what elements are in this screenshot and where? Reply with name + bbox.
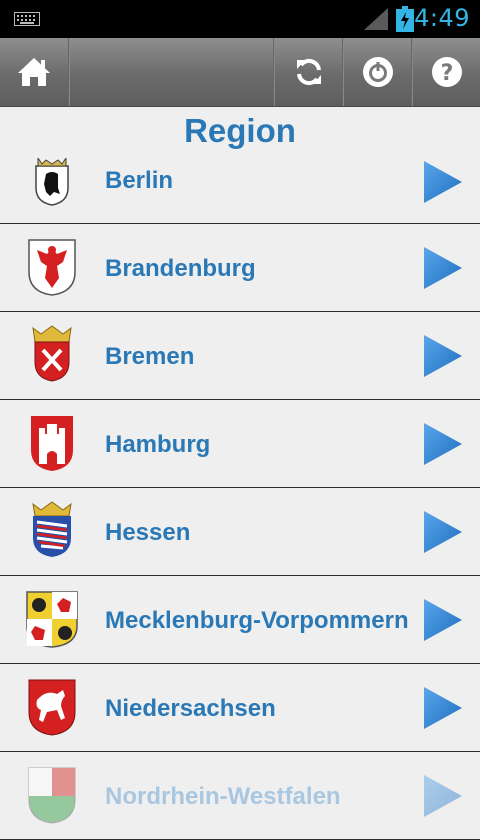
keyboard-icon [14, 12, 40, 26]
region-row-niedersachsen[interactable]: Niedersachsen [0, 664, 480, 752]
region-label: Nordrhein-Westfalen [105, 783, 341, 810]
svg-text:?: ? [440, 61, 453, 86]
status-bar: 4:49 [0, 0, 480, 38]
power-icon [362, 57, 393, 87]
home-icon [18, 58, 50, 86]
region-label: Bremen [105, 343, 195, 370]
region-row-bremen[interactable]: Bremen [0, 312, 480, 400]
region-row-hessen[interactable]: Hessen [0, 488, 480, 576]
region-label: Hessen [105, 519, 191, 546]
status-clock: 4:49 [414, 4, 470, 32]
mecklenburg-crest-icon [26, 591, 78, 648]
brandenburg-crest-icon [28, 239, 76, 296]
hamburg-crest-icon [31, 416, 73, 471]
region-row-berlin[interactable]: Berlin [0, 136, 480, 224]
play-arrow-icon [424, 511, 462, 553]
signal-icon [364, 8, 388, 30]
play-arrow-icon [424, 599, 462, 641]
help-button[interactable]: ? [413, 38, 480, 106]
play-arrow-icon [424, 335, 462, 377]
action-bar: ? [0, 38, 480, 107]
region-label: Berlin [105, 167, 174, 194]
region-row-mecklenburg-vorpommern[interactable]: Mecklenburg-Vorpommern [0, 576, 480, 664]
niedersachsen-crest-icon [28, 679, 76, 736]
power-button[interactable] [344, 38, 411, 106]
refresh-icon [296, 58, 321, 86]
play-arrow-icon [424, 687, 462, 729]
region-label: Niedersachsen [105, 695, 276, 722]
battery-charging-icon [396, 6, 414, 32]
play-arrow-icon [424, 247, 462, 289]
help-icon: ? [431, 57, 462, 87]
play-arrow-icon [424, 775, 462, 817]
hessen-crest-icon [32, 501, 72, 557]
region-row-hamburg[interactable]: Hamburg [0, 400, 480, 488]
region-label: Hamburg [105, 431, 211, 458]
region-row-brandenburg[interactable]: Brandenburg [0, 224, 480, 312]
play-arrow-icon [424, 161, 462, 203]
region-label: Brandenburg [105, 255, 256, 282]
berlin-crest-icon [35, 158, 69, 206]
refresh-button[interactable] [275, 38, 342, 106]
region-label: Mecklenburg-Vorpommern [105, 607, 409, 634]
region-row-nordrhein-westfalen[interactable]: Nordrhein-Westfalen [0, 752, 480, 840]
nrw-crest-icon [28, 767, 76, 824]
home-button[interactable] [0, 38, 68, 106]
bremen-crest-icon [32, 325, 72, 382]
play-arrow-icon [424, 423, 462, 465]
